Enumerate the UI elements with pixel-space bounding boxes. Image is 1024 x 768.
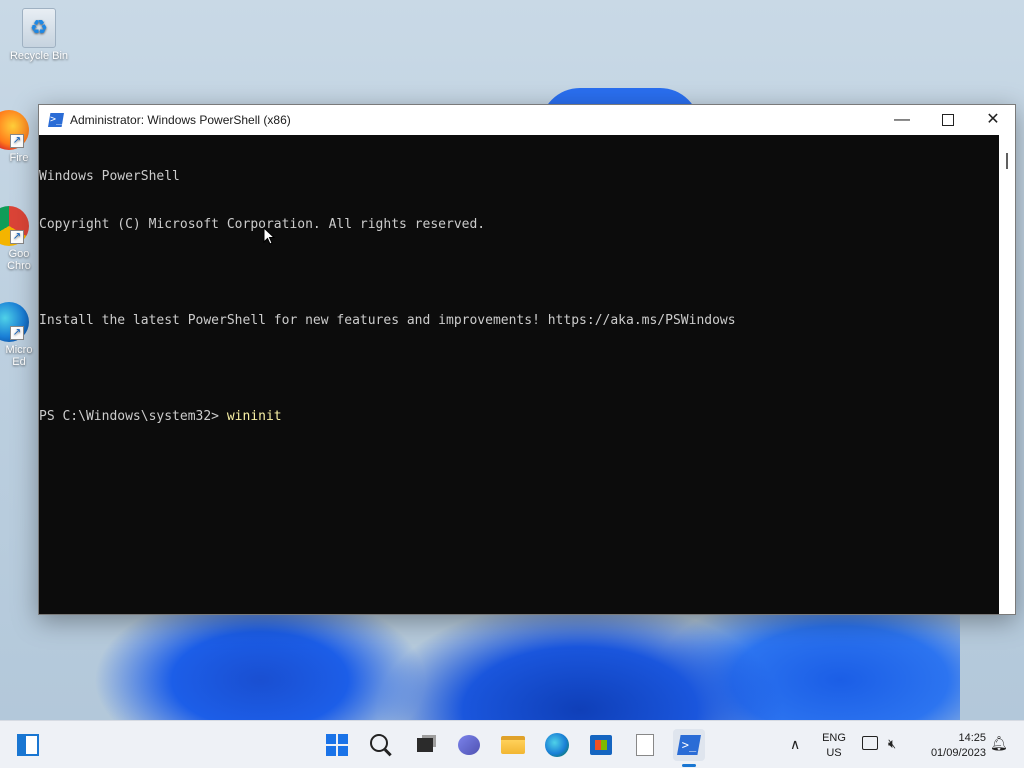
- desktop-icon-recycle-bin[interactable]: ♻ Recycle Bin: [4, 8, 74, 62]
- maximize-icon: [942, 113, 954, 126]
- powershell-window: >_ Administrator: Windows PowerShell (x8…: [38, 104, 1016, 615]
- clock[interactable]: 14:25 01/09/2023: [914, 731, 986, 761]
- console-prompt-line: PS C:\Windows\system32> wininit: [39, 409, 999, 425]
- close-icon: ✕: [986, 111, 1000, 128]
- network-icon[interactable]: [862, 736, 878, 750]
- console-prompt: PS C:\Windows\system32>: [39, 409, 227, 424]
- desktop-icon-label: Recycle Bin: [9, 50, 69, 62]
- document-icon: [636, 734, 654, 756]
- chat-button[interactable]: [453, 729, 485, 761]
- clock-date: 01/09/2023: [930, 747, 986, 759]
- console-line: Windows PowerShell: [39, 169, 180, 184]
- language-indicator[interactable]: ENG US: [816, 731, 852, 761]
- powershell-icon: >_: [48, 113, 64, 127]
- clock-time: 14:25: [958, 732, 986, 744]
- task-view-button[interactable]: [409, 729, 441, 761]
- console-line: Install the latest PowerShell for new fe…: [39, 313, 736, 328]
- start-button[interactable]: [321, 729, 353, 761]
- minimize-button[interactable]: —: [879, 105, 925, 135]
- speaker-muted-icon[interactable]: 🔇︎: [888, 736, 896, 752]
- edge-button[interactable]: [541, 729, 573, 761]
- window-title: Administrator: Windows PowerShell (x86): [70, 113, 291, 127]
- language-code: ENG: [822, 732, 846, 744]
- language-region: US: [826, 747, 842, 759]
- windows-logo-icon: [326, 734, 348, 756]
- notepad-button[interactable]: [629, 729, 661, 761]
- widgets-button[interactable]: [12, 729, 44, 761]
- notifications-icon[interactable]: 🔔︎: [990, 735, 1008, 752]
- recycle-bin-icon: ♻: [22, 8, 56, 48]
- close-button[interactable]: ✕: [970, 105, 1016, 135]
- chat-icon: [458, 735, 480, 755]
- widgets-icon: [17, 734, 39, 756]
- active-indicator: [682, 764, 696, 767]
- scrollbar-thumb[interactable]: [1006, 153, 1008, 169]
- shortcut-arrow-icon: ↗: [10, 134, 24, 148]
- window-titlebar[interactable]: >_ Administrator: Windows PowerShell (x8…: [39, 105, 1015, 135]
- task-view-icon: [417, 738, 433, 752]
- file-explorer-button[interactable]: [497, 729, 529, 761]
- store-button[interactable]: [585, 729, 617, 761]
- mouse-cursor-icon: [263, 227, 275, 245]
- console-line: Copyright (C) Microsoft Corporation. All…: [39, 217, 486, 232]
- shortcut-arrow-icon: ↗: [10, 230, 24, 244]
- show-hidden-icons-button[interactable]: ∧: [790, 736, 800, 753]
- search-icon: [370, 734, 388, 752]
- edge-icon: [545, 733, 569, 757]
- store-icon: [590, 735, 612, 755]
- console-command: wininit: [226, 409, 282, 424]
- folder-icon: [501, 736, 525, 754]
- shortcut-arrow-icon: ↗: [10, 326, 24, 340]
- powershell-icon: >_: [677, 735, 701, 755]
- search-button[interactable]: [365, 729, 397, 761]
- maximize-button[interactable]: [925, 105, 971, 135]
- minimize-icon: —: [894, 111, 910, 128]
- console-scrollbar[interactable]: [999, 135, 1015, 614]
- console-output[interactable]: Windows PowerShell Copyright (C) Microso…: [39, 135, 999, 614]
- powershell-taskbar-button[interactable]: >_: [673, 729, 705, 767]
- taskbar: >_ ∧ ENG US 🔇︎ 14:25 01/09/2023 🔔︎: [0, 720, 1024, 768]
- desktop: ♻ Recycle Bin ↗ Fire ↗ Goo Chro ↗ Micro …: [0, 0, 1024, 720]
